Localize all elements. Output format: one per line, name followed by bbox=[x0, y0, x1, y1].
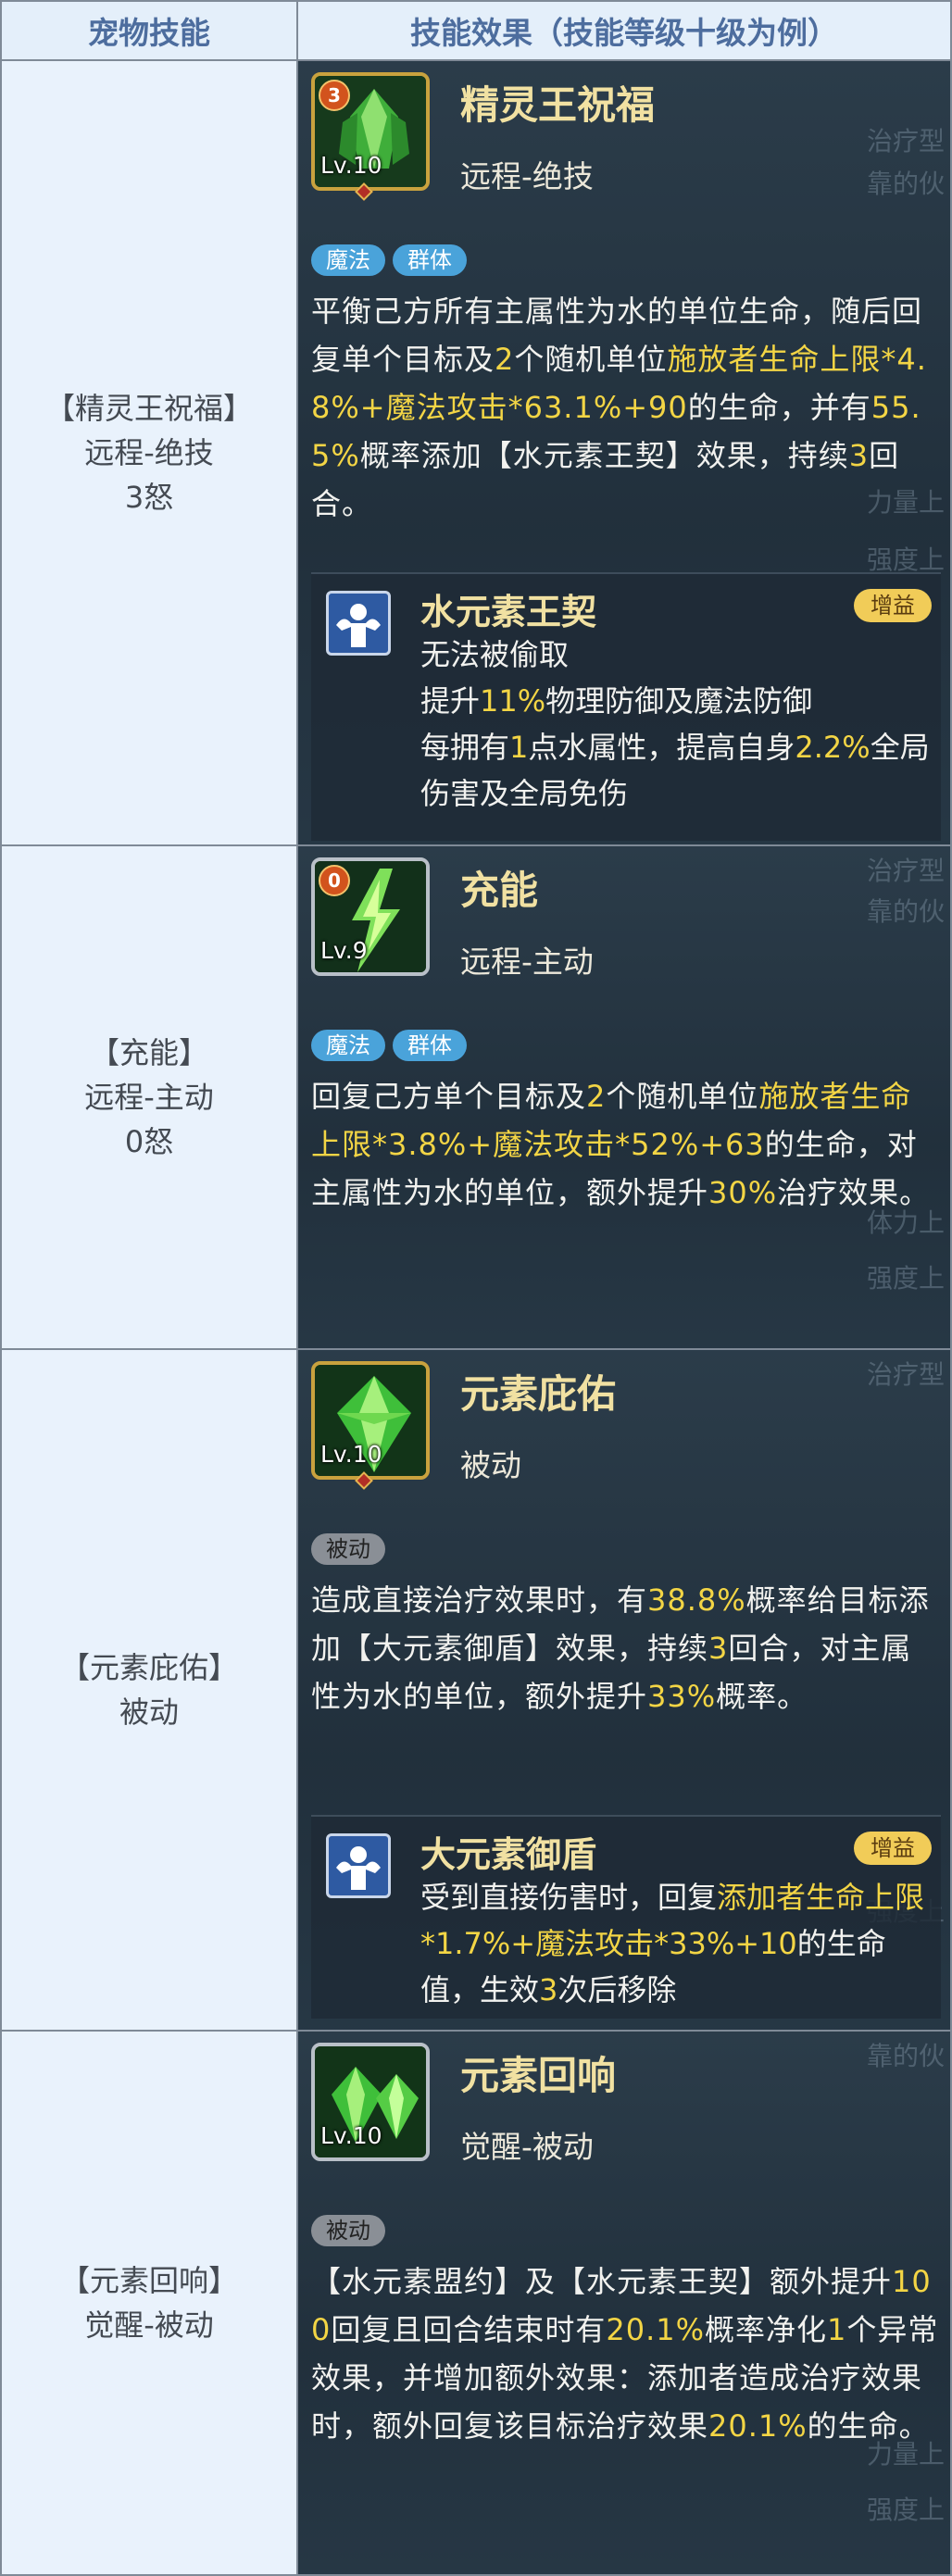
row4-skill-name: 【元素回响】 bbox=[59, 2263, 238, 2298]
ghost-text: 体力上 强度上 bbox=[866, 1207, 945, 1294]
row2-skill-cost: 0怒 bbox=[124, 1124, 174, 1159]
tag-magic: 魔法 bbox=[311, 1030, 385, 1061]
row1-skill-type: 远程-绝技 bbox=[84, 435, 214, 470]
buff-panel: 水元素王契 增益 无法被偷取 提升11%物理防御及魔法防御 每拥有1点水属性，提… bbox=[311, 572, 941, 841]
row4-skill-effect-cell: 靠的伙 力量上 强度上 Lv.10 元素回响 觉醒-被动 被动 【水元素盟约】及【… bbox=[296, 2032, 952, 2576]
buff-tag: 增益 bbox=[854, 589, 932, 622]
row3-skill-name-cell: 【元素庇佑】 被动 bbox=[0, 1350, 298, 2032]
ghost-text: 治疗型 靠的伙 bbox=[866, 856, 945, 927]
row2-skill-name: 【充能】 bbox=[89, 1035, 208, 1070]
row1-skill-cost: 3怒 bbox=[124, 480, 174, 515]
buff-panel: 大元素御盾 增益 受到直接伤害时，回复添加者生命上限*1.7%+魔法攻击*33%… bbox=[311, 1815, 941, 2019]
row1-skill-name: 【精灵王祝福】 bbox=[44, 391, 253, 426]
header-skill-effect: 技能效果（技能等级十级为例） bbox=[296, 0, 952, 61]
tag-group: 群体 bbox=[393, 1030, 467, 1061]
row3-skill-effect-cell: 治疗型 强度上 Lv.10 元素庇佑 被动 被动 造成直接治疗效果时，有38.8… bbox=[296, 1350, 952, 2032]
buff-description: 受到直接伤害时，回复添加者生命上限*1.7%+魔法攻击*33%+10的生命值，生… bbox=[420, 1880, 925, 2007]
skill-title: 精灵王祝福 bbox=[460, 82, 656, 128]
tag-passive: 被动 bbox=[311, 1533, 385, 1565]
ghost-text: 治疗型 bbox=[866, 1359, 945, 1390]
muscle-buff-icon bbox=[326, 1833, 391, 1898]
skill-category: 觉醒-被动 bbox=[460, 2129, 594, 2165]
skill-tags: 被动 bbox=[311, 2215, 385, 2246]
row3-skill-name: 【元素庇佑】 bbox=[59, 1650, 238, 1685]
skill-level: Lv.10 bbox=[320, 2122, 382, 2149]
skill-description: 平衡己方所有主属性为水的单位生命，随后回复单个目标及2个随机单位施放者生命上限*… bbox=[311, 294, 927, 521]
buff-tag: 增益 bbox=[854, 1832, 932, 1865]
green-gem-icon: Lv.10 bbox=[311, 1361, 430, 1480]
skill-category: 远程-绝技 bbox=[460, 158, 594, 194]
skill-category: 被动 bbox=[460, 1447, 521, 1483]
skill-tags: 被动 bbox=[311, 1533, 385, 1565]
skill-category: 远程-主动 bbox=[460, 944, 594, 980]
tag-magic: 魔法 bbox=[311, 244, 385, 276]
row2-skill-effect-cell: 治疗型 靠的伙 体力上 强度上 0 Lv.9 充能 远程-主动 魔法 群体 回复己方… bbox=[296, 846, 952, 1350]
row1-skill-name-cell: 【精灵王祝福】 远程-绝技 3怒 bbox=[0, 61, 298, 846]
rage-cost-badge: 3 bbox=[319, 80, 350, 111]
buff-name: 大元素御盾 bbox=[420, 1834, 597, 1875]
tag-group: 群体 bbox=[393, 244, 467, 276]
row4-skill-name-cell: 【元素回响】 觉醒-被动 bbox=[0, 2032, 298, 2576]
buff-description: 无法被偷取 提升11%物理防御及魔法防御 每拥有1点水属性，提高自身2.2%全局… bbox=[420, 637, 930, 811]
ghost-text: 力量上 强度上 bbox=[866, 2439, 945, 2525]
skill-title: 充能 bbox=[460, 868, 539, 913]
skill-tags: 魔法 群体 bbox=[311, 1030, 467, 1061]
rage-cost-badge: 0 bbox=[319, 865, 350, 896]
skill-table: 宠物技能 技能效果（技能等级十级为例） 【精灵王祝福】 远程-绝技 3怒 治疗型… bbox=[0, 0, 952, 2576]
row2-skill-name-cell: 【充能】 远程-主动 0怒 bbox=[0, 846, 298, 1350]
skill-title: 元素回响 bbox=[460, 2053, 617, 2098]
skill-level: Lv.10 bbox=[320, 152, 382, 179]
skill-title: 元素庇佑 bbox=[460, 1371, 617, 1417]
skill-description: 造成直接治疗效果时，有38.8%概率给目标添加【大元素御盾】效果，持续3回合，对… bbox=[311, 1582, 930, 1714]
skill-level: Lv.10 bbox=[320, 1441, 382, 1468]
row1-skill-effect-cell: 治疗型 靠的伙 力量上 强度上 3 Lv.10 精灵王祝福 远程-绝技 魔法 群体 … bbox=[296, 61, 952, 846]
green-lightning-icon: 0 Lv.9 bbox=[311, 857, 430, 976]
row4-skill-type: 觉醒-被动 bbox=[84, 2307, 214, 2343]
green-crystal-king-icon: 3 Lv.10 bbox=[311, 72, 430, 191]
row2-skill-type: 远程-主动 bbox=[84, 1080, 214, 1115]
ghost-text: 靠的伙 bbox=[866, 2041, 945, 2071]
skill-description: 回复己方单个目标及2个随机单位施放者生命上限*3.8%+魔法攻击*52%+63的… bbox=[311, 1079, 931, 1210]
twin-gem-icon: Lv.10 bbox=[311, 2043, 430, 2161]
tag-passive: 被动 bbox=[311, 2215, 385, 2246]
muscle-buff-icon bbox=[326, 591, 391, 656]
buff-name: 水元素王契 bbox=[420, 592, 597, 632]
header-pet-skill: 宠物技能 bbox=[0, 0, 298, 61]
ghost-text: 治疗型 靠的伙 bbox=[866, 126, 945, 199]
row3-skill-type: 被动 bbox=[119, 1694, 179, 1730]
skill-description: 【水元素盟约】及【水元素王契】额外提升100回复且回合结束时有20.1%概率净化… bbox=[311, 2264, 939, 2444]
skill-level: Lv.9 bbox=[320, 937, 368, 964]
skill-tags: 魔法 群体 bbox=[311, 244, 467, 276]
